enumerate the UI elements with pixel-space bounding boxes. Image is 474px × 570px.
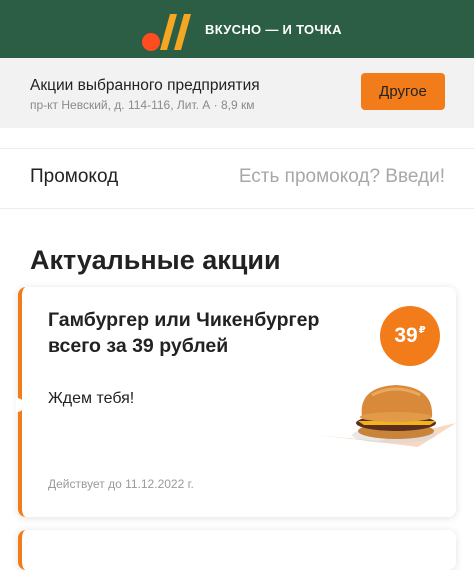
price-value: 39 — [394, 324, 418, 347]
promo-label: Промокод — [30, 166, 119, 187]
offers-section-title: Актуальные акции — [30, 245, 281, 275]
currency-sign: ₽ — [418, 324, 426, 336]
section-gap — [0, 128, 474, 148]
offer-subtitle: Ждем тебя! — [48, 390, 135, 407]
store-title: Акции выбранного предприятия — [30, 77, 260, 94]
offer-card-next[interactable] — [18, 530, 456, 570]
other-store-button[interactable]: Другое — [361, 73, 445, 110]
price-badge: 39 ₽ — [380, 306, 440, 366]
offer-validity: Действует до 11.12.2022 г. — [48, 477, 194, 491]
brand-name: ВКУСНО — И ТОЧКА — [205, 22, 342, 37]
divider — [0, 148, 474, 149]
promo-code-input[interactable]: Есть промокод? Введи! — [239, 166, 445, 188]
burger-image — [318, 385, 456, 447]
store-address: пр-кт Невский, д. 114-116, Лит. А · 8,9 … — [30, 98, 255, 112]
offer-card[interactable]: Гамбургер или Чикенбургер всего за 39 ру… — [18, 287, 456, 517]
app-header: ВКУСНО — И ТОЧКА — [0, 0, 474, 58]
offer-title: Гамбургер или Чикенбургер всего за 39 ру… — [48, 309, 320, 357]
brand-logo-icon — [142, 14, 191, 51]
divider — [0, 208, 474, 209]
